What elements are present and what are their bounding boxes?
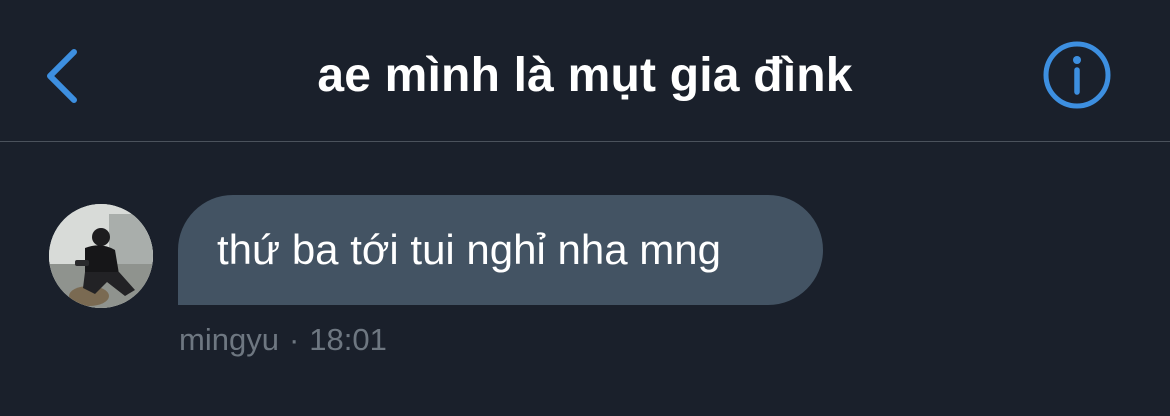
message-text: thứ ba tới tui nghỉ nha mng — [217, 226, 721, 273]
conversation-title[interactable]: ae mình là mụt gia đìnk — [200, 46, 970, 106]
message-meta: mingyu · 18:01 — [179, 320, 387, 360]
chat-screen: ae mình là mụt gia đìnk thứ ba tới tui n… — [0, 0, 1170, 416]
meta-separator: · — [288, 322, 300, 357]
avatar[interactable] — [49, 204, 153, 308]
sender-name: mingyu — [179, 322, 279, 357]
chevron-left-icon — [47, 49, 77, 103]
back-button[interactable] — [40, 46, 90, 106]
message-time: 18:01 — [309, 322, 387, 357]
message-bubble[interactable]: thứ ba tới tui nghỉ nha mng — [178, 195, 823, 305]
chat-header: ae mình là mụt gia đìnk — [0, 0, 1170, 142]
info-circle-icon — [1043, 41, 1111, 109]
info-button[interactable] — [1042, 40, 1112, 110]
message-row: thứ ba tới tui nghỉ nha mng mingyu · 18:01 — [0, 195, 1170, 365]
avatar-photo — [49, 204, 153, 308]
